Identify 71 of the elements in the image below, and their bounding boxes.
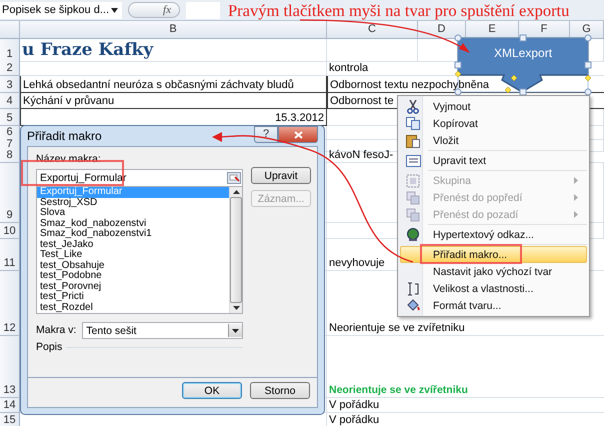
- table-cell: u Fraze Kafky: [20, 39, 327, 62]
- globe-icon: [406, 228, 420, 242]
- macro-list-item[interactable]: test_Pricti: [37, 292, 229, 302]
- menu-item[interactable]: Kopírovat: [400, 115, 587, 132]
- dialog-title: Přiřadit makro: [27, 129, 102, 143]
- layers-icon: [406, 208, 420, 222]
- row-header[interactable]: 10: [0, 223, 20, 239]
- macro-list-item[interactable]: Slova: [37, 208, 229, 218]
- submenu-arrow-icon: [574, 194, 578, 201]
- menu-item[interactable]: Přiřadit makro...: [400, 243, 587, 263]
- copy-icon: [406, 117, 420, 130]
- row-header[interactable]: 5: [0, 109, 20, 126]
- row-header[interactable]: 8: [0, 148, 20, 163]
- row-header[interactable]: 11: [0, 239, 20, 271]
- clipboard-icon: [406, 134, 420, 148]
- menu-item[interactable]: Formát tvaru...: [400, 297, 587, 314]
- row-header[interactable]: 14: [0, 398, 20, 413]
- table-cell: Neorientuje se ve zvířetniku: [327, 336, 604, 398]
- macro-list-item[interactable]: Smaz_kod_nabozenstvi: [37, 218, 229, 229]
- row-header[interactable]: 3: [0, 76, 20, 93]
- macro-list-item[interactable]: test_Rozdel: [37, 302, 229, 313]
- field-label: Makra v:: [36, 324, 76, 337]
- macro-list-item[interactable]: test_Obsahuje: [37, 260, 229, 271]
- table-cell: V pořádku: [327, 413, 604, 426]
- close-button[interactable]: [278, 126, 318, 143]
- help-button[interactable]: ?: [254, 126, 278, 143]
- resize-icon: [407, 282, 419, 296]
- column-header[interactable]: C: [327, 21, 418, 39]
- scroll-up-icon[interactable]: [232, 190, 240, 194]
- paint-bucket-icon: [406, 299, 420, 312]
- row-header[interactable]: 15: [0, 413, 20, 426]
- dropdown-arrow-icon[interactable]: [111, 8, 118, 12]
- layers-icon: [406, 190, 420, 204]
- row-header[interactable]: 1: [0, 39, 20, 62]
- group-icon: [406, 174, 420, 188]
- row-header[interactable]: 13: [0, 336, 20, 398]
- collapse-dialog-icon[interactable]: [227, 172, 241, 184]
- scroll-down-icon[interactable]: [232, 306, 240, 310]
- row-header[interactable]: 2: [0, 61, 20, 76]
- macro-list-item[interactable]: Test_Like: [37, 250, 229, 260]
- submenu-arrow-icon: [574, 177, 578, 184]
- submenu-arrow-icon: [574, 211, 578, 218]
- formula-field[interactable]: [186, 2, 220, 18]
- macro-list-item[interactable]: test_Porovnej: [37, 282, 229, 292]
- dialog-button[interactable]: Storno: [250, 382, 310, 399]
- column-header[interactable]: B: [20, 21, 327, 39]
- menu-item[interactable]: Vložit: [400, 132, 587, 149]
- row-header[interactable]: 12: [0, 271, 20, 336]
- annotation-text: Pravým tlačítkem myši na tvar pro spuštění exportu: [228, 1, 570, 21]
- menu-item[interactable]: Velikost a vlastnosti...: [400, 280, 587, 297]
- text-box-icon: [406, 154, 420, 166]
- scrollbar[interactable]: [229, 187, 242, 313]
- shape-label: XMLexport: [494, 46, 552, 60]
- scissors-icon: [407, 100, 419, 114]
- dialog-button[interactable]: Upravit: [251, 167, 311, 184]
- name-box[interactable]: Popisek se šipkou d...: [0, 2, 122, 18]
- close-icon: [294, 130, 302, 138]
- function-button[interactable]: fx: [128, 2, 180, 18]
- macro-list-item[interactable]: test_JeJako: [37, 240, 229, 250]
- dialog-button[interactable]: OK: [182, 382, 242, 399]
- table-cell: Kýchání v průvanu: [20, 93, 327, 109]
- row-header[interactable]: 9: [0, 163, 20, 223]
- table-cell: V pořádku: [327, 398, 604, 413]
- macro-list-item[interactable]: Smaz_kod_nabozenstvi1: [37, 229, 229, 240]
- row-header[interactable]: 4: [0, 93, 20, 109]
- table-cell: Lehká obsedantní neuróza s občasnými záchvaty bludů: [20, 76, 327, 93]
- macro-list-item[interactable]: test_Podobne: [37, 271, 229, 282]
- macro-list-item[interactable]: Sestroj_XSD: [37, 198, 229, 208]
- group-label: Popis: [36, 341, 62, 354]
- dropdown-arrow-icon[interactable]: [232, 328, 239, 332]
- macro-location-dropdown[interactable]: Tento sešit: [82, 322, 243, 339]
